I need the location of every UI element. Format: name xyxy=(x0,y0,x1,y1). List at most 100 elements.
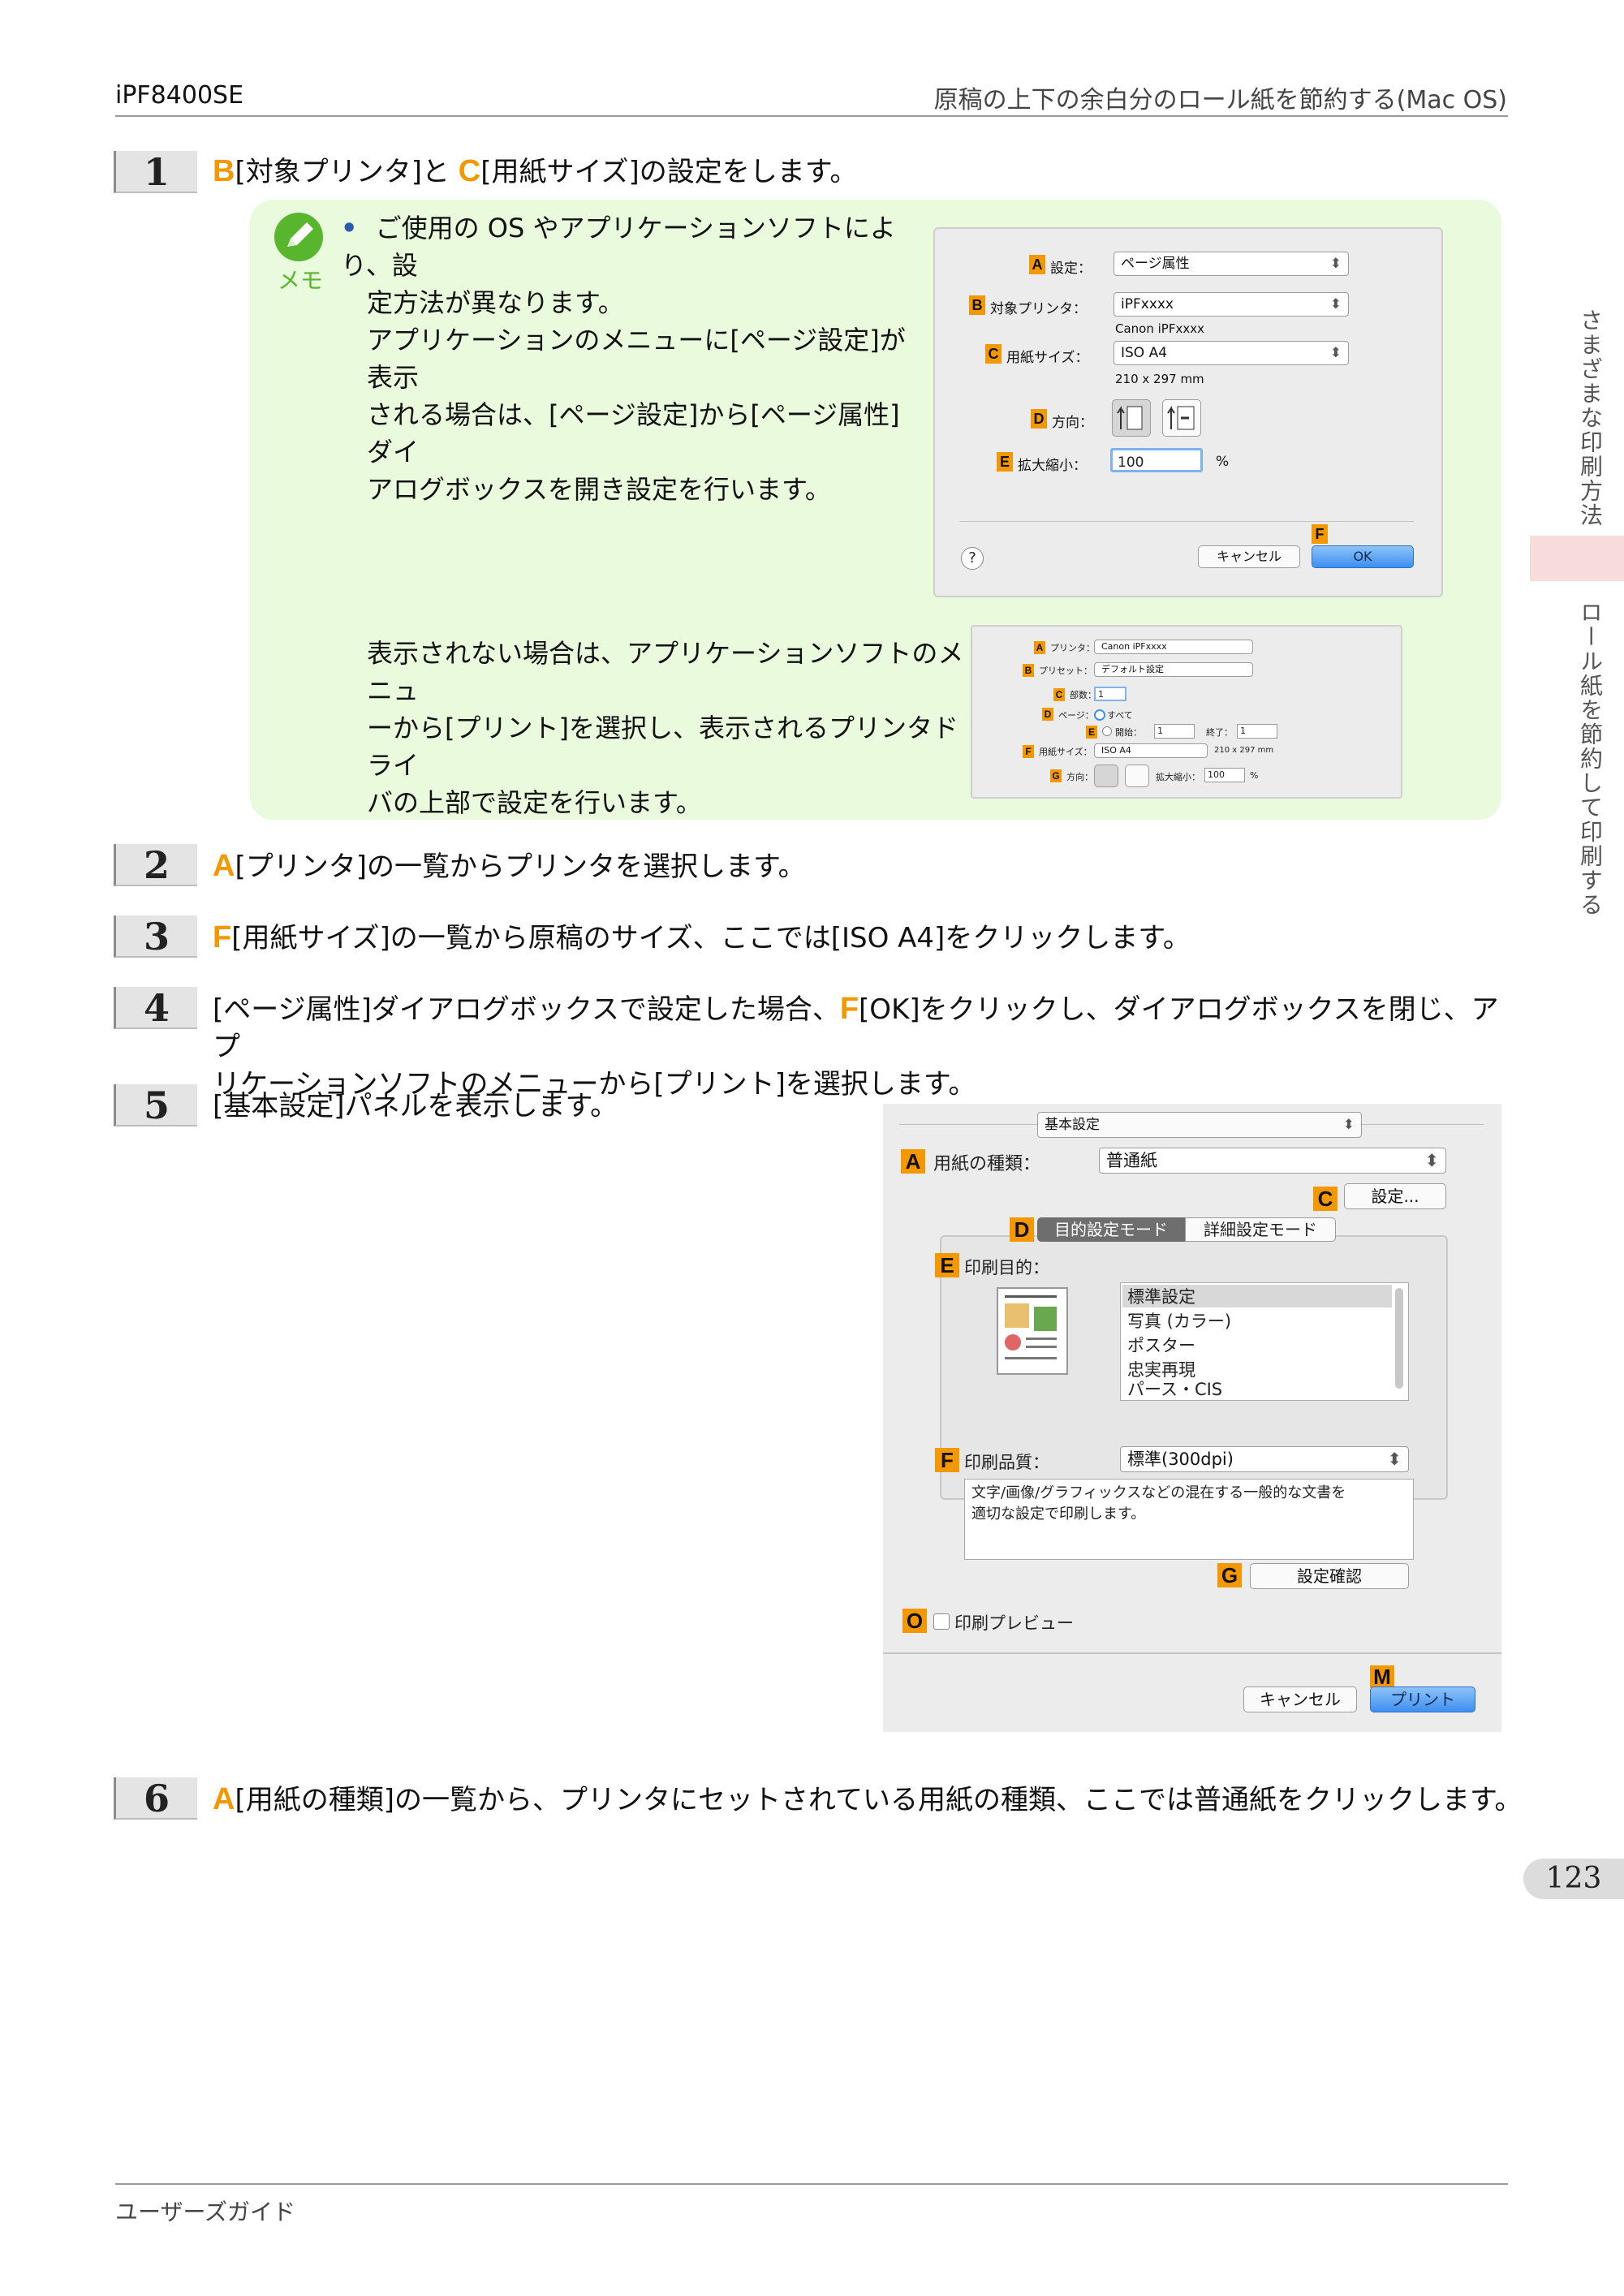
panel-popup[interactable]: 基本設定 ⬍ xyxy=(1037,1112,1362,1138)
portrait-button[interactable] xyxy=(1094,765,1118,787)
copies-input[interactable]: 1 xyxy=(1094,687,1126,701)
list-scrollbar[interactable] xyxy=(1395,1288,1403,1389)
callout-tag: G xyxy=(1050,769,1062,782)
step-text: [対象プリンタ]と xyxy=(235,156,450,188)
description-line: 適切な設定で印刷します。 xyxy=(971,1506,1146,1523)
landscape-button[interactable] xyxy=(1162,399,1201,437)
print-dialog-small: A プリンタ： Canon iPFxxxx B プリセット： デフォルト設定 C… xyxy=(971,625,1402,799)
callout-tag: C xyxy=(458,154,481,188)
list-item[interactable]: 標準設定 xyxy=(1127,1285,1195,1309)
callout-tag: F xyxy=(839,992,859,1026)
media-type-label: 用紙の種類： xyxy=(933,1154,1041,1174)
callout-tag: A xyxy=(213,1782,235,1816)
from-label: 開始： xyxy=(1115,727,1142,738)
orientation-label: 方向： xyxy=(1052,415,1093,431)
step-3-text: F[用紙サイズ]の一覧から原稿のサイズ、ここでは[ISO A4]をクリックします… xyxy=(213,919,1191,957)
scale-unit: % xyxy=(1250,770,1259,781)
media-settings-button[interactable]: 設定... xyxy=(1344,1183,1446,1209)
memo-label: メモ xyxy=(278,267,324,294)
scale-label: 拡大縮小： xyxy=(1018,458,1087,474)
landscape-button[interactable] xyxy=(1125,765,1149,787)
cancel-button[interactable]: キャンセル xyxy=(1243,1686,1357,1712)
step-2-text: A[プリンタ]の一覧からプリンタを選択します。 xyxy=(213,847,806,885)
callout-tag: F xyxy=(213,920,232,954)
orientation-row-small: G 方向： 拡大縮小： 100 % xyxy=(1050,765,1375,789)
callout-tag: E xyxy=(997,452,1013,472)
list-item[interactable]: パース・CIS xyxy=(1127,1379,1222,1400)
page-setup-dialog: A 設定： ページ属性 ⬍ B 対象プリンタ： iPFxxxx ⬍ Canon … xyxy=(933,227,1443,597)
footer-divider xyxy=(115,2183,1508,2185)
basic-settings-panel: 基本設定 ⬍ A 用紙の種類： 普通紙 ⬍ C 設定... D 目的設定モード … xyxy=(883,1104,1501,1732)
scale-input[interactable]: 100 xyxy=(1110,448,1203,472)
scale-unit: % xyxy=(1216,454,1230,470)
callout-tag: B xyxy=(969,295,985,315)
to-input[interactable]: 1 xyxy=(1237,724,1277,739)
quality-label: 印刷品質： xyxy=(964,1453,1049,1472)
preset-popup[interactable]: デフォルト設定 xyxy=(1094,662,1253,677)
quality-popup[interactable]: 標準(300dpi) ⬍ xyxy=(1120,1446,1409,1472)
printer-value: iPFxxxx xyxy=(1121,296,1174,312)
printer-row: B 対象プリンタ： iPFxxxx ⬍ xyxy=(969,292,1407,318)
printer-popup[interactable]: Canon iPFxxxx xyxy=(1094,640,1253,654)
preset-row-small: B プリセット： デフォルト設定 xyxy=(1023,662,1380,678)
step-5-text: [基本設定]パネルを表示します。 xyxy=(213,1090,618,1122)
scale-label: 拡大縮小： xyxy=(1156,772,1200,782)
scale-row: E 拡大縮小： 100 % xyxy=(997,448,1240,476)
memo-line: アログボックスを開き設定を行います。 xyxy=(367,474,831,505)
memo-line: アプリケーションのメニューに[ページ設定]が表示 xyxy=(367,325,906,393)
paper-size-popup[interactable]: ISO A4 xyxy=(1094,743,1208,758)
printer-popup[interactable]: iPFxxxx ⬍ xyxy=(1114,292,1349,317)
paper-size-label: 用紙サイズ： xyxy=(1039,747,1092,757)
scale-input[interactable]: 100 xyxy=(1204,768,1245,782)
step-number: 5 xyxy=(114,1084,197,1126)
printer-row-small: A プリンタ： Canon iPFxxxx xyxy=(1034,640,1391,656)
settings-row: A 設定： ページ属性 ⬍ xyxy=(1029,252,1402,278)
paper-size-sub: 210 x 297 mm xyxy=(1214,746,1274,755)
popup-arrow-icon: ⬍ xyxy=(1329,345,1342,361)
callout-tag: D xyxy=(1042,708,1053,721)
pages-label: ページ： xyxy=(1058,710,1094,721)
radio-all[interactable] xyxy=(1094,709,1105,721)
preview-label: 印刷プレビュー xyxy=(954,1613,1074,1633)
portrait-button[interactable] xyxy=(1112,399,1151,437)
list-item[interactable]: 写真 (カラー) xyxy=(1127,1309,1231,1333)
panel-bottom-divider xyxy=(883,1652,1501,1654)
memo-line: バの上部で設定を行います。 xyxy=(367,787,702,818)
memo-line: 定方法が異なります。 xyxy=(367,287,624,318)
settings-popup[interactable]: ページ属性 ⬍ xyxy=(1114,252,1349,276)
page-number: 123 xyxy=(1523,1859,1624,1899)
popup-arrow-icon: ⬍ xyxy=(1329,296,1342,312)
quality-value: 標準(300dpi) xyxy=(1127,1450,1234,1469)
step-text: [プリンタ]の一覧からプリンタを選択します。 xyxy=(235,851,806,883)
confirm-settings-button[interactable]: 設定確認 xyxy=(1250,1563,1409,1589)
media-type-popup[interactable]: 普通紙 ⬍ xyxy=(1099,1148,1446,1174)
panel-popup-value: 基本設定 xyxy=(1045,1117,1100,1133)
memo-line: 表示されない場合は、アプリケーションソフトのメニュ xyxy=(367,638,964,706)
tab-purpose-mode[interactable]: 目的設定モード xyxy=(1037,1217,1185,1242)
section-title: 原稿の上下の余白分のロール紙を節約する(Mac OS) xyxy=(933,86,1507,114)
cancel-button[interactable]: キャンセル xyxy=(1198,545,1300,568)
tab-detail-mode[interactable]: 詳細設定モード xyxy=(1185,1217,1336,1242)
settings-label: 設定： xyxy=(1050,261,1092,277)
callout-tag: F xyxy=(935,1448,959,1472)
quality-description: 文字/画像/グラフィックスなどの混在する一般的な文書を 適切な設定で印刷します。 xyxy=(964,1479,1414,1560)
portrait-icon xyxy=(1117,405,1143,430)
help-icon[interactable]: ? xyxy=(961,547,984,570)
print-button[interactable]: プリント xyxy=(1370,1686,1475,1712)
footer-text: ユーザーズガイド xyxy=(115,2199,296,2225)
landscape-icon xyxy=(1167,405,1195,430)
to-label: 終了： xyxy=(1206,727,1233,738)
side-tab-upper: さまざまな印刷方法 xyxy=(1577,308,1604,528)
paper-size-popup[interactable]: ISO A4 ⬍ xyxy=(1114,341,1349,365)
preview-checkbox[interactable] xyxy=(933,1613,950,1630)
from-input[interactable]: 1 xyxy=(1154,724,1195,739)
printer-label: プリンタ： xyxy=(1050,643,1095,653)
ok-button[interactable]: OK xyxy=(1312,545,1414,568)
radio-range[interactable] xyxy=(1102,726,1112,736)
purpose-label: 印刷目的： xyxy=(964,1258,1049,1277)
purpose-list[interactable]: 標準設定 写真 (カラー) ポスター 忠実再現 パース・CIS xyxy=(1120,1282,1409,1401)
list-item[interactable]: ポスター xyxy=(1127,1333,1195,1358)
side-tab-marker xyxy=(1530,536,1624,581)
callout-tag: A xyxy=(901,1149,925,1174)
description-line: 文字/画像/グラフィックスなどの混在する一般的な文書を xyxy=(971,1484,1346,1501)
